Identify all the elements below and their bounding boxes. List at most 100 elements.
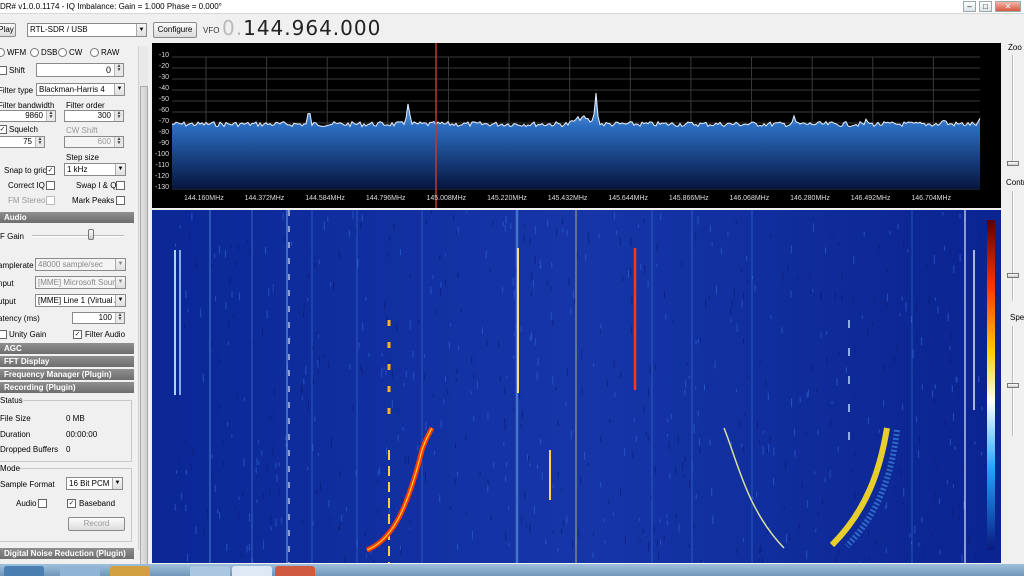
zoom-slider-thumb[interactable] [1007, 161, 1019, 166]
waterfall-noise [902, 241, 904, 248]
spin-arrows-icon[interactable]: ▲ ▼ [114, 137, 123, 147]
spin-arrows-icon[interactable]: ▲ ▼ [46, 111, 55, 121]
unity-gain-checkbox[interactable] [0, 330, 7, 339]
waterfall-noise [377, 509, 378, 514]
waterfall-noise [541, 472, 543, 480]
samplerate-select[interactable]: 48000 sample/sec ▼ [35, 258, 126, 271]
taskbar-item-folder-icon[interactable] [110, 566, 150, 576]
waterfall-noise [362, 368, 363, 376]
waterfall-noise [943, 306, 945, 310]
output-device-select[interactable]: [MME] Line 1 (Virtual A ▼ [35, 294, 126, 307]
waterfall-noise [902, 404, 904, 410]
taskbar-item-sdr-icon[interactable] [232, 566, 272, 576]
waterfall-noise [630, 268, 632, 276]
waterfall-noise [348, 230, 350, 237]
maximize-button[interactable]: □ [979, 1, 992, 12]
waterfall-noise [211, 341, 213, 348]
mode-raw-radio[interactable] [90, 48, 99, 57]
contrast-slider-thumb[interactable] [1007, 273, 1019, 278]
waterfall-display[interactable] [152, 210, 1001, 563]
audio-section-header[interactable]: Audio [0, 212, 134, 223]
step-size-select[interactable]: 1 kHz ▼ [64, 163, 126, 176]
vfo-frequency-display[interactable]: 0.144.964.000 [222, 16, 381, 40]
waterfall-noise [713, 358, 715, 363]
waterfall-noise [314, 416, 316, 422]
mark-peaks-checkbox[interactable] [116, 196, 125, 205]
waterfall-noise [240, 551, 242, 557]
filter-type-label: Filter type [0, 86, 34, 95]
waterfall-noise [642, 528, 644, 534]
waterfall-noise [604, 539, 606, 544]
mode-wfm-radio[interactable] [0, 48, 5, 57]
waterfall-noise [214, 253, 216, 258]
agc-section-header[interactable]: AGC [0, 343, 134, 354]
zoom-slider-track[interactable] [1012, 55, 1014, 165]
shift-checkbox[interactable] [0, 66, 7, 75]
cw-shift-input[interactable]: 600 ▲ ▼ [64, 136, 124, 148]
waterfall-noise [407, 456, 409, 464]
vfo-frequency-value: 144.964.000 [243, 16, 382, 40]
baseband-record-checkbox[interactable]: ✓ [67, 499, 76, 508]
recording-section-header[interactable]: Recording (Plugin) [0, 382, 134, 393]
af-gain-slider-track[interactable] [32, 235, 124, 237]
fft-display-section-header[interactable]: FFT Display [0, 356, 134, 367]
swap-iq-checkbox[interactable] [116, 181, 125, 190]
filter-bandwidth-input[interactable]: 9860 ▲ ▼ [0, 110, 56, 122]
waterfall-noise [853, 394, 855, 398]
spin-arrows-icon[interactable]: ▲ ▼ [115, 313, 124, 323]
frequency-manager-section-header[interactable]: Frequency Manager (Plugin) [0, 369, 134, 380]
waterfall-noise [529, 463, 531, 467]
waterfall-noise [934, 384, 936, 390]
waterfall-noise [697, 339, 699, 344]
input-device-select[interactable]: [MME] Microsoft Sound ▼ [35, 276, 126, 289]
waterfall-noise [225, 302, 227, 310]
squelch-input[interactable]: 75 ▲ ▼ [0, 136, 45, 148]
left-panel-scrollbar[interactable] [138, 46, 148, 576]
correct-iq-checkbox[interactable] [46, 181, 55, 190]
record-button[interactable]: Record [68, 517, 125, 531]
filter-type-select[interactable]: Blackman-Harris 4 ▼ [36, 83, 125, 96]
close-button[interactable]: ✕ [995, 1, 1021, 12]
waterfall-noise [570, 307, 572, 315]
taskbar-item-app-icon[interactable] [190, 566, 230, 576]
spectrum-y-tick-label: -90 [158, 140, 169, 147]
spin-arrows-icon[interactable]: ▲ ▼ [114, 64, 123, 76]
play-button[interactable]: Play [0, 23, 16, 37]
fm-stereo-checkbox[interactable] [46, 196, 55, 205]
waterfall-noise [942, 253, 944, 259]
shift-input[interactable]: 0 ▲ ▼ [36, 63, 124, 77]
waterfall-noise [580, 476, 582, 485]
speed-slider-thumb[interactable] [1007, 383, 1019, 388]
waterfall-noise [916, 334, 917, 342]
waterfall-noise [228, 321, 230, 330]
audio-record-checkbox[interactable] [38, 499, 47, 508]
configure-button[interactable]: Configure [153, 22, 197, 38]
waterfall-noise [576, 251, 578, 259]
digital-noise-reduction-section-header[interactable]: Digital Noise Reduction (Plugin) [0, 548, 134, 559]
spin-arrows-icon[interactable]: ▲ ▼ [35, 137, 44, 147]
start-button-icon[interactable] [4, 566, 44, 576]
squelch-checkbox[interactable]: ✓ [0, 125, 7, 134]
left-panel-scrollbar-thumb[interactable] [140, 86, 148, 576]
minimize-button[interactable]: – [963, 1, 976, 12]
waterfall-noise [978, 375, 980, 383]
waterfall-noise [933, 397, 935, 405]
snap-to-grid-checkbox[interactable]: ✓ [46, 166, 55, 175]
filter-order-input[interactable]: 300 ▲ ▼ [64, 110, 124, 122]
device-select[interactable]: RTL-SDR / USB ▼ [27, 23, 147, 37]
waterfall-noise [797, 275, 799, 280]
mode-cw-radio[interactable] [58, 48, 67, 57]
filter-audio-checkbox[interactable]: ✓ [73, 330, 82, 339]
mode-dsb-radio[interactable] [30, 48, 39, 57]
af-gain-slider-thumb[interactable] [87, 229, 94, 240]
speed-slider-track[interactable] [1012, 326, 1014, 436]
waterfall-noise [740, 268, 742, 272]
sample-format-select[interactable]: 16 Bit PCM ▼ [66, 477, 123, 490]
spectrum-analyzer[interactable]: -10 -20 -30 -40 -50 -60 -70 -80 -90 -100 -110 -120 -… [152, 43, 1001, 208]
spin-arrows-icon[interactable]: ▲ ▼ [114, 111, 123, 121]
taskbar-item-explorer-icon[interactable] [60, 566, 100, 576]
taskbar-item-other-icon[interactable] [275, 566, 315, 576]
latency-input[interactable]: 100 ▲ ▼ [72, 312, 125, 324]
contrast-slider-track[interactable] [1012, 191, 1014, 301]
squelch-value: 75 [23, 137, 32, 146]
